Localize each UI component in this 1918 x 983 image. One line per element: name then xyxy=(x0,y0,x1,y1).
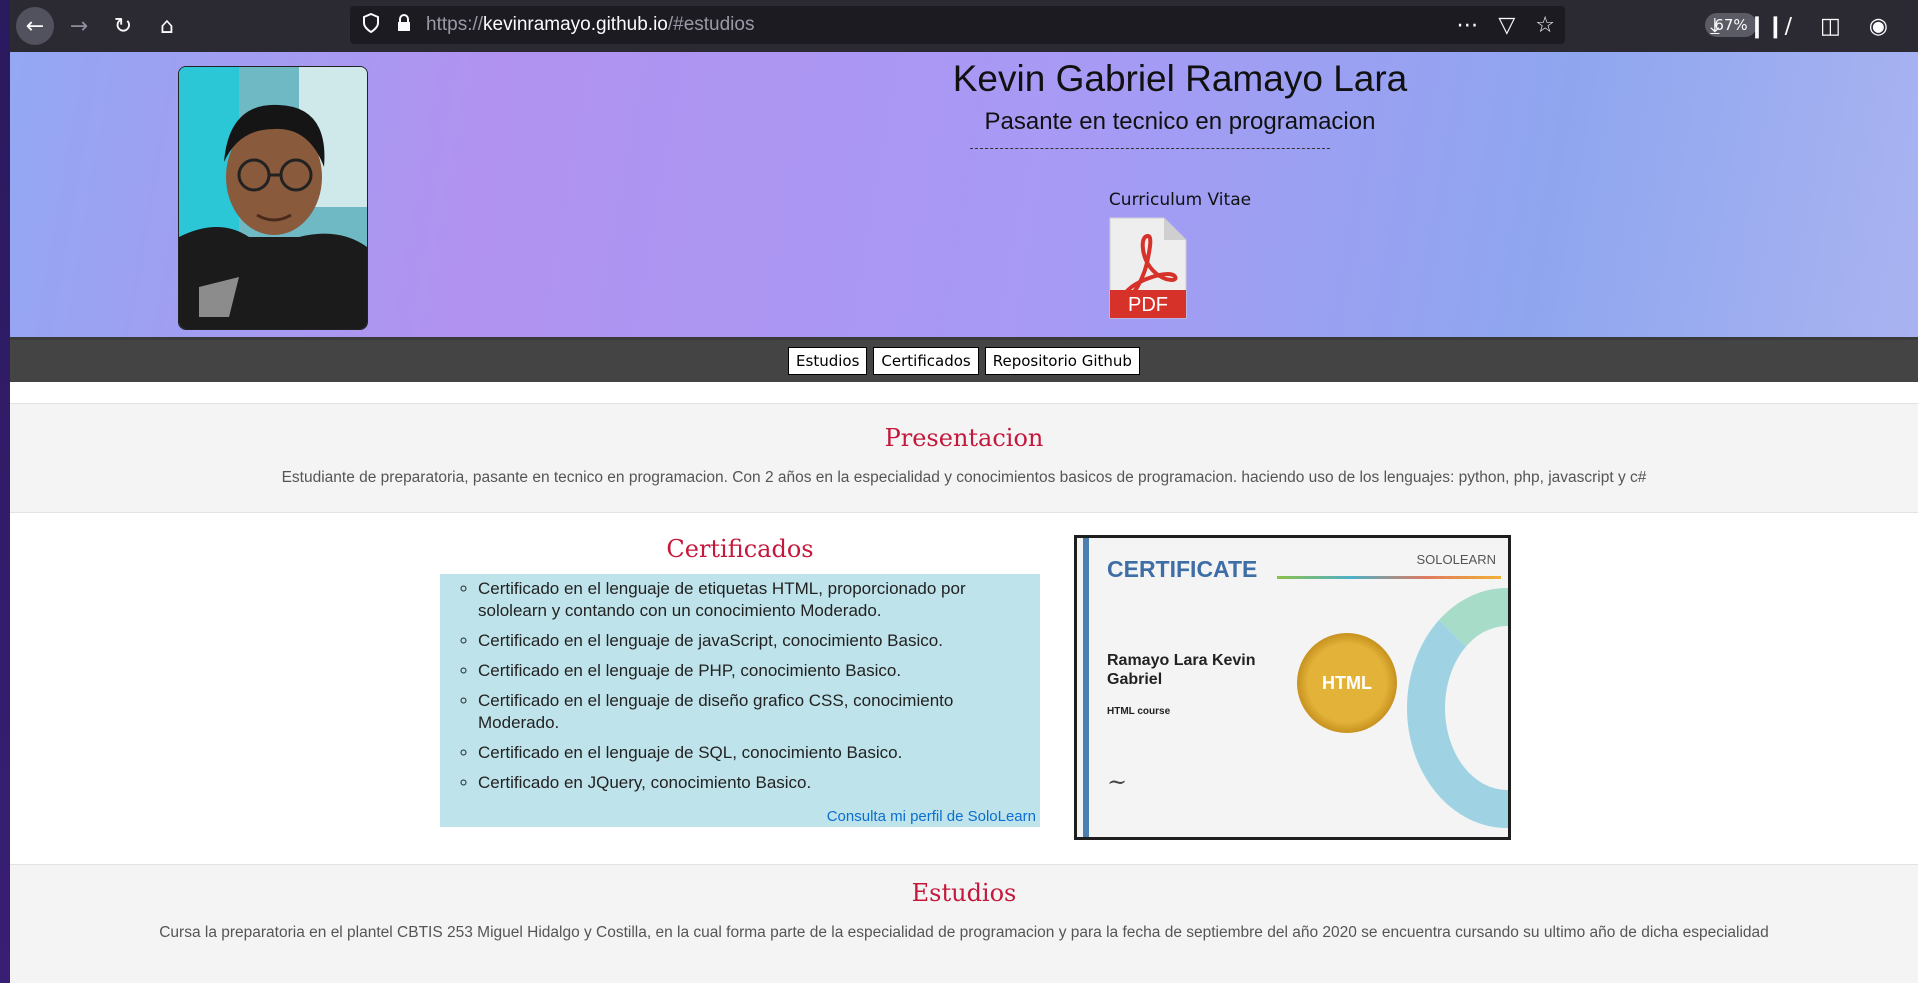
profile-name: Kevin Gabriel Ramayo Lara xyxy=(952,58,1408,99)
more-actions-icon[interactable]: ⋯ xyxy=(1456,13,1478,38)
arrow-left-icon: ← xyxy=(25,13,45,39)
list-item: Certificado en el lenguaje de PHP, conoc… xyxy=(478,660,1030,682)
estudios-section: Estudios Cursa la preparatoria en el pla… xyxy=(10,864,1918,983)
url-text[interactable]: https://kevinramayo.github.io/#estudios xyxy=(426,14,754,36)
browser-toolbar: ← → ↻ ⌂ https://kevinramayo.github.io/#e… xyxy=(10,0,1918,52)
lock-icon[interactable] xyxy=(396,13,416,37)
list-item: Certificado en el lenguaje de diseño gra… xyxy=(478,690,1030,734)
download-icon[interactable]: ⤓ xyxy=(1710,14,1720,39)
certificate-heading: CERTIFICATE xyxy=(1107,556,1258,582)
reload-icon: ↻ xyxy=(113,13,133,39)
url-scheme: https:// xyxy=(426,14,484,35)
presentacion-section: Presentacion Estudiante de preparatoria,… xyxy=(10,403,1918,513)
pdf-download-icon[interactable]: PDF xyxy=(1106,214,1190,322)
list-item: Certificado en JQuery, conocimiento Basi… xyxy=(478,772,1030,794)
toolbar-right-tools: ⤓ ❙❙∕ ◫ ◉ xyxy=(1710,0,1888,52)
list-item: Certificado en el lenguaje de etiquetas … xyxy=(478,578,1030,622)
certificate-image: CERTIFICATE SOLOLEARN Ramayo Lara Kevin … xyxy=(1074,535,1511,840)
forward-button[interactable]: → xyxy=(60,7,98,45)
header-banner: Kevin Gabriel Ramayo Lara Pasante en tec… xyxy=(10,52,1918,340)
signature: ~ xyxy=(1107,768,1128,796)
home-button[interactable]: ⌂ xyxy=(148,7,186,45)
url-host: kevinramayo.github.io xyxy=(483,14,668,35)
certificate-stripe xyxy=(1083,538,1089,837)
bookmark-star-icon[interactable]: ☆ xyxy=(1535,13,1555,38)
nav-estudios[interactable]: Estudios xyxy=(788,347,868,375)
certificate-seal: HTML xyxy=(1297,633,1397,733)
divider xyxy=(970,148,1330,149)
sidebar-icon[interactable]: ◫ xyxy=(1820,14,1841,39)
list-item: Certificado en el lenguaje de SQL, conoc… xyxy=(478,742,1030,764)
sololearn-profile-link[interactable]: Consulta mi perfil de SoloLearn xyxy=(827,808,1036,825)
certificados-title: Certificados xyxy=(666,535,814,563)
pdf-label: PDF xyxy=(1128,294,1168,316)
browser-window: ← → ↻ ⌂ https://kevinramayo.github.io/#e… xyxy=(10,0,1918,983)
arrow-right-icon: → xyxy=(69,13,89,39)
sololearn-logo: SOLOLEARN xyxy=(1416,552,1496,567)
nav-repositorio-github[interactable]: Repositorio Github xyxy=(984,347,1140,375)
list-item: Certificado en el lenguaje de javaScript… xyxy=(478,630,1030,652)
nav-certificados[interactable]: Certificados xyxy=(873,347,979,375)
pocket-icon[interactable]: ▽ xyxy=(1498,13,1515,38)
reload-button[interactable]: ↻ xyxy=(104,7,142,45)
home-icon: ⌂ xyxy=(160,13,174,39)
url-bar[interactable]: https://kevinramayo.github.io/#estudios … xyxy=(350,6,1757,44)
account-icon[interactable]: ◉ xyxy=(1869,14,1888,39)
certificate-swirl-graphic xyxy=(1407,588,1508,828)
back-button[interactable]: ← xyxy=(16,7,54,45)
certificados-list-box: Certificado en el lenguaje de etiquetas … xyxy=(440,574,1040,827)
estudios-text: Cursa la preparatoria en el plantel CBTI… xyxy=(159,924,1769,941)
url-actions: ⋯ ▽ ☆ xyxy=(1456,6,1555,44)
certificate-course: HTML course xyxy=(1107,706,1171,717)
library-icon[interactable]: ❙❙∕ xyxy=(1748,14,1792,39)
profile-subtitle: Pasante en tecnico en programacion xyxy=(984,108,1376,135)
cv-label: Curriculum Vitae xyxy=(1108,190,1252,210)
estudios-title: Estudios xyxy=(911,879,1017,907)
presentacion-title: Presentacion xyxy=(884,424,1044,452)
url-path: /#estudios xyxy=(667,14,755,35)
main-nav: Estudios Certificados Repositorio Github xyxy=(10,340,1918,382)
profile-photo xyxy=(178,66,368,330)
shield-icon[interactable] xyxy=(362,12,384,38)
certificate-color-bar xyxy=(1277,576,1501,579)
web-page: Kevin Gabriel Ramayo Lara Pasante en tec… xyxy=(10,52,1918,983)
certificados-list: Certificado en el lenguaje de etiquetas … xyxy=(440,574,1040,794)
presentacion-text: Estudiante de preparatoria, pasante en t… xyxy=(281,469,1647,486)
certificate-recipient: Ramayo Lara Kevin Gabriel xyxy=(1107,652,1256,688)
